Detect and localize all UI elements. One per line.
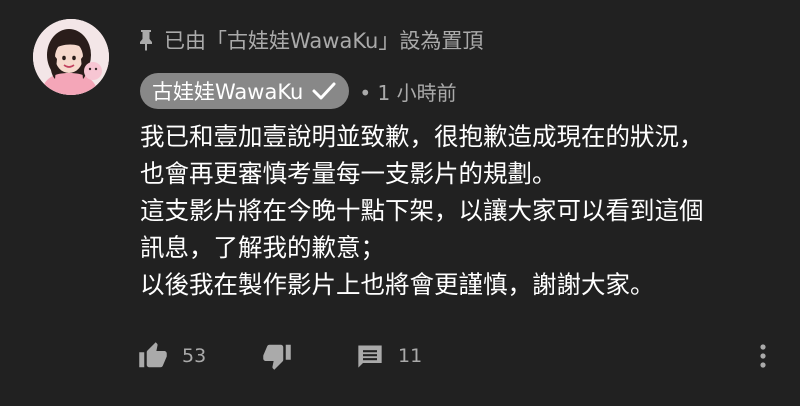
reply-button[interactable]: 11 — [356, 336, 422, 376]
comment-header: 古娃娃WawaKu • 1 小時前 — [140, 72, 457, 110]
like-button[interactable]: 53 — [138, 336, 206, 376]
reply-count: 11 — [398, 345, 423, 367]
comment-actions: 53 11 — [138, 336, 778, 376]
comment-body: 我已和壹加壹說明並致歉，很抱歉造成現在的狀況， 也會再更審慎考量每一支影片的規劃… — [140, 118, 780, 303]
comment-line: 我已和壹加壹說明並致歉，很抱歉造成現在的狀況， — [140, 122, 704, 151]
checkmark-icon — [311, 80, 337, 102]
comment-icon — [356, 342, 384, 370]
like-count: 53 — [182, 345, 207, 367]
comment-line: 這支影片將在今晚十點下架，以讓大家可以看到這個 — [140, 196, 704, 225]
author-chip[interactable]: 古娃娃WawaKu — [140, 73, 350, 109]
more-options-button[interactable] — [758, 336, 768, 376]
avatar[interactable] — [33, 19, 109, 95]
thumb-up-icon — [138, 341, 168, 371]
comment-line: 也會再更審慎考量每一支影片的規劃。 — [140, 159, 557, 188]
pinned-comment: 已由「古娃娃WawaKu」設為置頂 古娃娃WawaKu • 1 小時前 我已和壹… — [0, 0, 800, 406]
author-name: 古娃娃WawaKu — [152, 80, 304, 104]
pin-icon — [138, 29, 154, 51]
comment-timestamp[interactable]: • 1 小時前 — [359, 77, 456, 106]
avatar-image — [33, 19, 109, 95]
comment-line: 訊息，了解我的歉意； — [140, 233, 385, 262]
pinned-text: 已由「古娃娃WawaKu」設為置頂 — [164, 29, 484, 53]
dislike-button[interactable] — [262, 336, 292, 376]
comment-line: 以後我在製作影片上也將會更謹慎，謝謝大家。 — [140, 270, 655, 299]
thumb-down-icon — [262, 341, 292, 371]
pinned-label: 已由「古娃娃WawaKu」設為置頂 — [138, 24, 483, 56]
more-vert-icon — [758, 342, 768, 370]
